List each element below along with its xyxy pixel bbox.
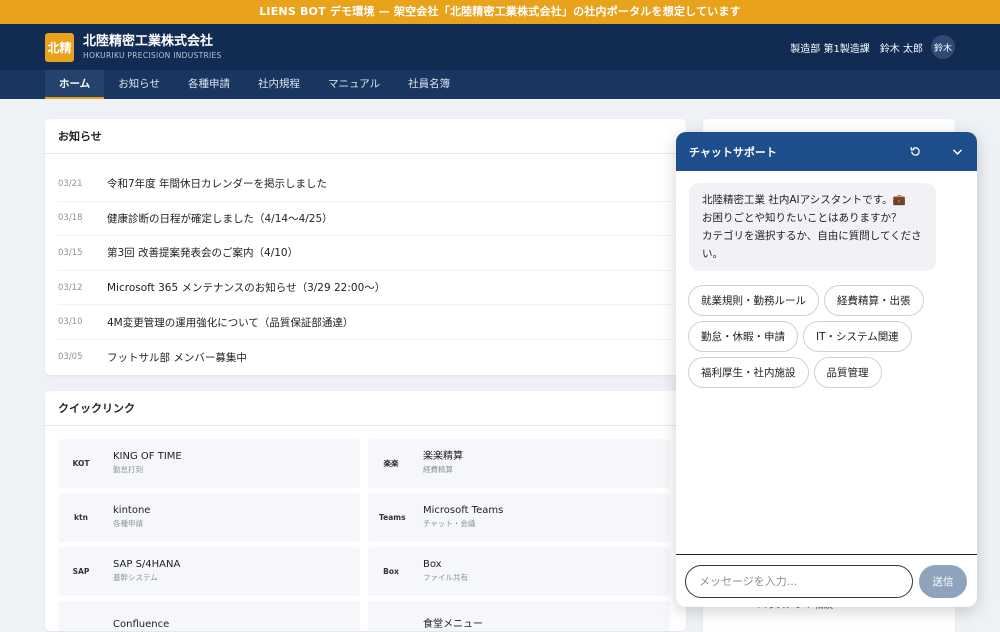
demo-banner: LIENS BOT デモ環境 — 架空会社「北陸精密工業株式会社」の社内ポータル…: [0, 0, 1000, 24]
link-king-of-time[interactable]: KOT KING OF TIME 勤怠打刻: [58, 438, 360, 488]
chip-attendance[interactable]: 勤怠・休暇・申請: [688, 321, 798, 352]
news-item[interactable]: 03/05 フットサル部 メンバー募集中: [58, 340, 673, 375]
chat-title: チャットサポート: [689, 145, 777, 159]
link-sub: 経費精算: [423, 465, 453, 475]
news-card: お知らせ 03/21 令和7年度 年間休日カレンダーを掲示しました 03/18 …: [45, 119, 686, 375]
news-date: 03/21: [58, 178, 83, 189]
link-name: kintone: [113, 505, 151, 517]
category-chips: 就業規則・勤務ルール 経費精算・出張 勤怠・休暇・申請 IT・システム関連 福利…: [676, 271, 936, 393]
news-text: Microsoft 365 メンテナンスのお知らせ（3/29 22:00〜）: [107, 282, 386, 295]
assistant-message-line: カテゴリを選択するか、自由に質問してください。: [702, 230, 922, 260]
quick-links-title: クイックリンク: [45, 391, 686, 426]
link-abbr: Box: [383, 566, 399, 576]
news-date: 03/18: [58, 213, 83, 224]
nav-directory[interactable]: 社員名簿: [394, 70, 464, 99]
nav-manuals[interactable]: マニュアル: [314, 70, 394, 99]
link-name: Confluence: [113, 619, 170, 631]
nav-applications[interactable]: 各種申請: [174, 70, 244, 99]
chip-it-systems[interactable]: IT・システム関連: [803, 321, 912, 352]
link-sap[interactable]: SAP SAP S/4HANA 基幹システム: [58, 546, 360, 596]
chip-quality[interactable]: 品質管理: [813, 357, 882, 388]
reset-icon[interactable]: [908, 145, 922, 159]
message-input[interactable]: [685, 564, 913, 598]
quick-links-card: クイックリンク KOT KING OF TIME 勤怠打刻 楽楽 楽楽精算経費精算…: [45, 390, 686, 631]
news-date: 03/15: [58, 247, 83, 258]
link-name: 食堂メニュー: [423, 619, 483, 631]
chevron-down-icon[interactable]: [950, 145, 964, 159]
link-rakuraku[interactable]: 楽楽 楽楽精算経費精算: [368, 438, 670, 488]
nav-home[interactable]: ホーム: [45, 70, 105, 99]
avatar[interactable]: 鈴木: [931, 35, 955, 59]
main-nav: ホーム お知らせ 各種申請 社内規程 マニュアル 社員名簿: [0, 70, 1000, 99]
link-abbr: Teams: [379, 512, 406, 522]
link-sub: チャット・会議: [423, 519, 476, 529]
link-abbr: KOT: [72, 458, 90, 468]
link-name: Box: [423, 559, 442, 571]
link-box[interactable]: Box Box ファイル共有: [368, 546, 670, 596]
link-kintone[interactable]: ktn kintone 各種申請: [58, 492, 360, 542]
link-abbr: ktn: [74, 512, 88, 522]
news-item[interactable]: 03/15 第3回 改善提案発表会のご案内（4/10）: [58, 236, 673, 271]
chip-expenses[interactable]: 経費精算・出張: [824, 285, 924, 316]
send-button[interactable]: 送信: [919, 564, 967, 598]
chat-widget: チャットサポート 北陸精密工業 社内AIアシスタントです。💼 お困りごとや知りた…: [676, 132, 977, 607]
news-text: 令和7年度 年間休日カレンダーを掲示しました: [107, 178, 328, 191]
nav-news[interactable]: お知らせ: [104, 70, 174, 99]
link-name: SAP S/4HANA: [113, 559, 181, 571]
chip-work-rules[interactable]: 就業規則・勤務ルール: [688, 285, 819, 316]
link-abbr: SAP: [72, 566, 90, 576]
link-confluence[interactable]: Confluence: [58, 600, 360, 631]
link-name: 楽楽精算: [423, 451, 463, 463]
news-list: 03/21 令和7年度 年間休日カレンダーを掲示しました 03/18 健康診断の…: [45, 154, 686, 375]
link-sub: 基幹システム: [113, 573, 158, 583]
chat-header-icons: [880, 145, 964, 159]
assistant-message-line: お困りごとや知りたいことはありますか？: [702, 212, 902, 224]
user-name: 鈴木 太郎: [879, 43, 923, 55]
link-cafeteria-menu[interactable]: 食堂メニュー: [368, 600, 670, 631]
link-name: Microsoft Teams: [423, 505, 504, 517]
link-name: KING OF TIME: [113, 451, 182, 463]
news-text: 第3回 改善提案発表会のご案内（4/10）: [107, 247, 299, 260]
news-text: フットサル部 メンバー募集中: [107, 351, 247, 364]
news-date: 03/10: [58, 317, 83, 328]
news-text: 4M変更管理の運用強化について（品質保証部通達）: [107, 316, 354, 329]
company-title: 北陸精密工業株式会社 HOKURIKU PRECISION INDUSTRIES: [83, 34, 222, 61]
main-content: お知らせ 03/21 令和7年度 年間休日カレンダーを掲示しました 03/18 …: [45, 119, 686, 632]
news-title: お知らせ: [45, 119, 686, 154]
assistant-message-line: 北陸精密工業 社内AIアシスタントです。💼: [702, 194, 906, 206]
user-department: 製造部 第1製造課: [790, 43, 870, 55]
company-name-en: HOKURIKU PRECISION INDUSTRIES: [83, 50, 222, 60]
link-sub: ファイル共有: [423, 573, 468, 583]
link-sub: 勤怠打刻: [113, 465, 143, 475]
news-item[interactable]: 03/10 4M変更管理の運用強化について（品質保証部通達）: [58, 305, 673, 340]
chip-welfare[interactable]: 福利厚生・社内施設: [688, 357, 809, 388]
link-sub: 各種申請: [113, 519, 143, 529]
company-logo[interactable]: 北精: [45, 32, 74, 62]
link-abbr: 楽楽: [383, 458, 399, 468]
news-item[interactable]: 03/12 Microsoft 365 メンテナンスのお知らせ（3/29 22:…: [58, 271, 673, 306]
assistant-message: 北陸精密工業 社内AIアシスタントです。💼 お困りごとや知りたいことはありますか…: [689, 183, 936, 271]
nav-regulations[interactable]: 社内規程: [244, 70, 314, 99]
news-date: 03/05: [58, 352, 83, 363]
user-area: 製造部 第1製造課 鈴木 太郎 鈴木: [790, 35, 955, 59]
quick-links-grid: KOT KING OF TIME 勤怠打刻 楽楽 楽楽精算経費精算 ktn kin…: [45, 426, 686, 631]
news-item[interactable]: 03/18 健康診断の日程が確定しました（4/14〜4/25）: [58, 202, 673, 237]
chat-header: チャットサポート: [676, 132, 977, 171]
news-text: 健康診断の日程が確定しました（4/14〜4/25）: [107, 212, 333, 225]
site-header: 北精 北陸精密工業株式会社 HOKURIKU PRECISION INDUSTR…: [0, 24, 1000, 70]
company-name: 北陸精密工業株式会社: [83, 33, 214, 49]
link-teams[interactable]: Teams Microsoft Teams チャット・会議: [368, 492, 670, 542]
news-date: 03/12: [58, 282, 83, 293]
news-item[interactable]: 03/21 令和7年度 年間休日カレンダーを掲示しました: [58, 167, 673, 202]
chat-footer: 送信: [676, 554, 977, 607]
